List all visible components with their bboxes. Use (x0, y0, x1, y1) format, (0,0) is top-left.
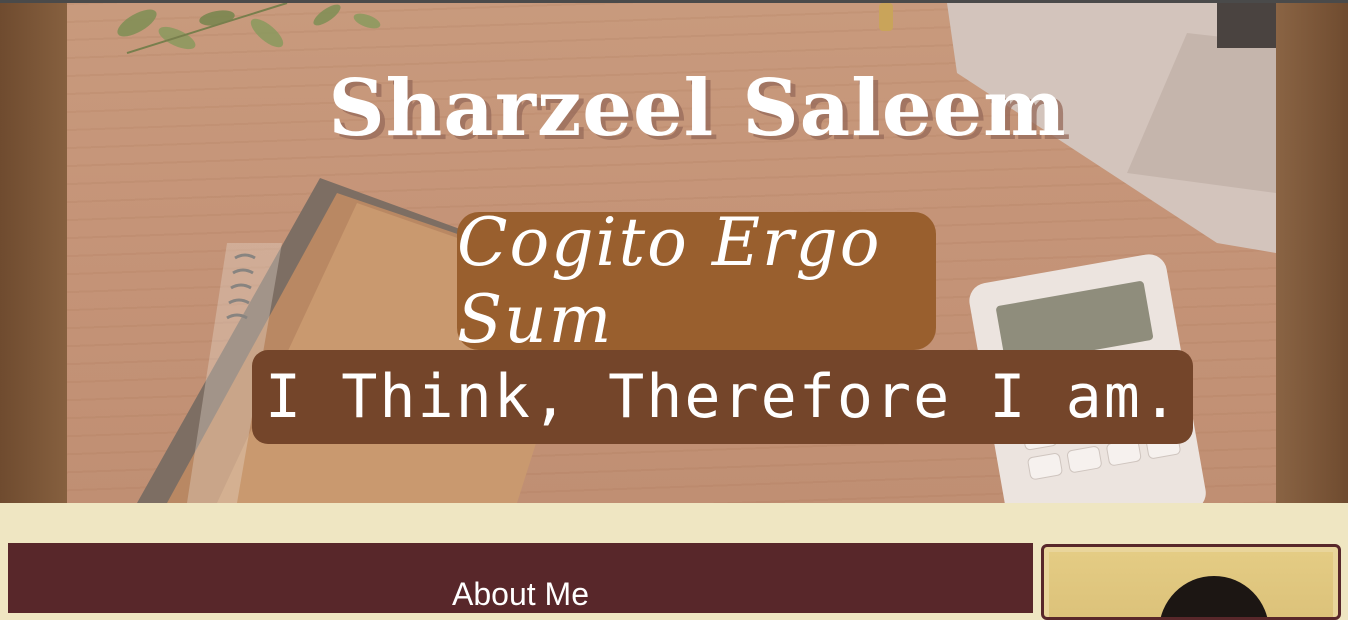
profile-photo (1049, 552, 1333, 617)
english-motto-badge: I Think, Therefore I am. (252, 350, 1193, 444)
latin-motto-badge: Cogito Ergo Sum (457, 204, 936, 358)
site-title: Sharzeel Saleem (328, 63, 1067, 154)
hero-banner: Sharzeel Saleem Cogito Ergo Sum I Think,… (0, 3, 1348, 503)
about-me-section: About Me (8, 543, 1033, 613)
about-me-heading: About Me (452, 576, 589, 612)
english-motto-text: I Think, Therefore I am. (265, 362, 1180, 432)
profile-photo-hair (1159, 576, 1269, 617)
profile-photo-frame (1041, 544, 1341, 620)
plant-leaves (117, 3, 381, 54)
latin-motto-text: Cogito Ergo Sum (457, 204, 882, 358)
pen (879, 3, 893, 31)
